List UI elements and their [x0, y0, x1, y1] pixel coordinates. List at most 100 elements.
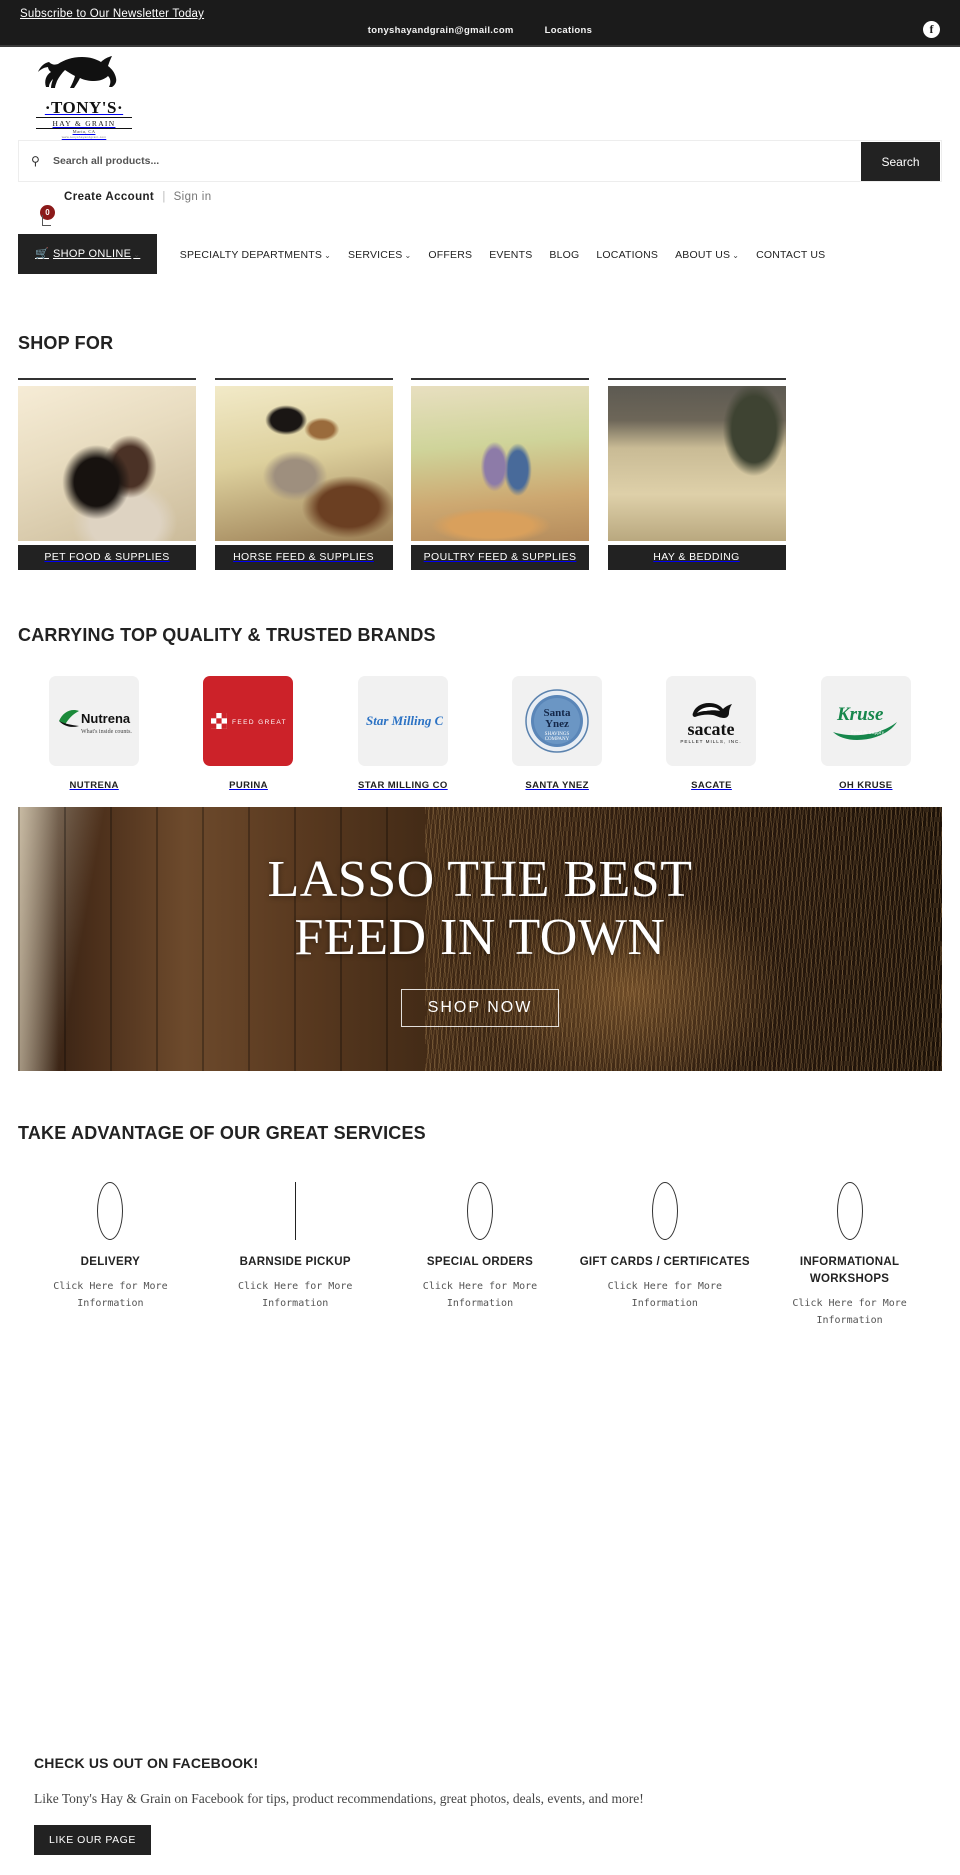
service-link[interactable]: Click Here for More Information — [763, 1295, 936, 1329]
category-card-poultry-feed[interactable]: POULTRY FEED & SUPPLIES — [411, 378, 589, 570]
workshop-icon — [836, 1182, 863, 1240]
service-title: SPECIAL ORDERS — [426, 1256, 534, 1268]
horse-silhouette-icon — [38, 56, 117, 88]
brand-santa-ynez[interactable]: Santa Ynez SHAVINGS COMPANY SANTA YNEZ — [481, 676, 633, 791]
category-card-horse-feed[interactable]: HORSE FEED & SUPPLIES — [214, 378, 393, 570]
purina-logo-icon: FEED GREATNESS — [211, 713, 287, 729]
facebook-description: Like Tony's Hay & Grain on Facebook for … — [34, 1791, 644, 1806]
brands-heading: CARRYING TOP QUALITY & TRUSTED BRANDS — [18, 625, 436, 645]
email-link[interactable]: tonyshayandgrain@gmail.com — [368, 25, 514, 36]
cart-icon[interactable]: 0 — [38, 205, 62, 231]
services-grid: DELIVERY Click Here for More Information… — [18, 1182, 942, 1329]
nav-item-blog[interactable]: BLOG — [549, 235, 579, 275]
brand-logo-tile: Star Milling Co. — [357, 676, 448, 766]
chevron-down-icon: ⌄ — [324, 251, 331, 260]
category-image-horse-feed — [214, 386, 393, 541]
site-logo[interactable]: ·TONY'S· HAY & GRAIN Maria, CA www.tonys… — [18, 51, 150, 140]
services-section: TAKE ADVANTAGE OF OUR GREAT SERVICES DEL… — [0, 1123, 960, 1329]
brand-purina[interactable]: FEED GREATNESS PURINA — [172, 676, 324, 791]
brand-name: OH KRUSE — [839, 780, 893, 791]
nav-item-locations[interactable]: LOCATIONS — [596, 235, 658, 275]
brand-name: STAR MILLING CO — [357, 780, 448, 791]
nav-label: LOCATIONS — [596, 249, 659, 261]
brand-name: NUTRENA — [69, 780, 119, 791]
service-title: DELIVERY — [80, 1256, 141, 1268]
oh-kruse-logo-icon: Kruse Feed & Supply — [832, 704, 897, 740]
service-link[interactable]: Click Here for More Information — [24, 1278, 197, 1312]
service-link[interactable]: Click Here for More Information — [578, 1278, 751, 1312]
brand-star-milling[interactable]: Star Milling Co. STAR MILLING CO — [327, 676, 479, 791]
like-our-page-button[interactable]: LIKE OUR PAGE — [34, 1825, 151, 1855]
sacate-logo-icon: sacate PELLET MILLS, INC. — [681, 703, 742, 744]
nav-item-list: SPECIALTY DEPARTMENTS ⌄ SERVICES ⌄ OFFERS EVE… — [162, 234, 843, 274]
nav-label: BLOG — [549, 249, 580, 261]
service-gift-cards[interactable]: GIFT CARDS / CERTIFICATES Click Here for… — [572, 1182, 757, 1329]
nav-shop-online-label: SHOP ONLINE — [53, 248, 132, 260]
category-card-grid: PET FOOD & SUPPLIES HORSE FEED & SUPPLIE… — [18, 378, 942, 570]
hero-title-line-1: LASSO THE BEST — [267, 851, 693, 908]
chevron-down-icon: ⌄ — [404, 251, 412, 260]
nav-item-services[interactable]: SERVICES ⌄ — [348, 235, 411, 276]
sign-in-link[interactable]: Sign in — [174, 191, 212, 203]
search-bar: ⚲ Search — [18, 140, 942, 182]
brand-name: SACATE — [691, 780, 732, 791]
facebook-heading: CHECK US OUT ON FACEBOOK! — [34, 1755, 259, 1771]
category-image-pet-food — [18, 386, 196, 541]
svg-text:sacate: sacate — [688, 719, 735, 739]
service-delivery[interactable]: DELIVERY Click Here for More Information — [18, 1182, 203, 1329]
hero-shop-now-button[interactable]: SHOP NOW — [400, 989, 560, 1027]
nav-label: CONTACT US — [756, 249, 826, 261]
search-button[interactable]: Search — [861, 142, 940, 181]
category-image-poultry-feed — [411, 386, 589, 541]
cart-glyph — [42, 215, 51, 226]
search-input[interactable] — [53, 141, 703, 181]
service-barnside-pickup[interactable]: BARNSIDE PICKUP Click Here for More Info… — [203, 1182, 388, 1329]
newsletter-link[interactable]: Subscribe to Our Newsletter Today — [20, 8, 204, 20]
svg-text:PELLET MILLS, INC.: PELLET MILLS, INC. — [681, 739, 742, 744]
brand-nutrena[interactable]: Nutrena What's inside counts. NUTRENA — [18, 676, 170, 791]
create-account-link[interactable]: Create Account — [64, 191, 154, 203]
service-link[interactable]: Click Here for More Information — [209, 1278, 382, 1312]
shop-for-heading: SHOP FOR — [18, 333, 114, 353]
nav-item-about-us[interactable]: ABOUT US ⌄ — [675, 235, 739, 276]
brands-section: CARRYING TOP QUALITY & TRUSTED BRANDS Nu… — [0, 625, 960, 791]
chevron-down-icon: ⌄ — [133, 250, 141, 259]
service-informational-workshops[interactable]: INFORMATIONAL WORKSHOPS Click Here for M… — [757, 1182, 942, 1329]
locations-link[interactable]: Locations — [545, 25, 593, 36]
category-card-hay-bedding[interactable]: HAY & BEDDING — [607, 378, 786, 570]
facebook-icon[interactable]: f — [923, 21, 940, 38]
brand-logo-tile: FEED GREATNESS — [203, 676, 294, 766]
svg-text:FEED GREATNESS: FEED GREATNESS — [232, 719, 287, 726]
card-top-rule — [18, 378, 196, 380]
nav-item-contact-us[interactable]: CONTACT US — [756, 235, 825, 275]
nav-shop-online[interactable]: 🛒 SHOP ONLINE ⌄ — [18, 234, 158, 274]
brand-oh-kruse[interactable]: Kruse Feed & Supply OH KRUSE — [790, 676, 942, 791]
logo-subtitle: HAY & GRAIN — [36, 117, 132, 129]
hero-banner[interactable]: LASSO THE BEST FEED IN TOWN SHOP NOW — [18, 807, 942, 1071]
category-card-pet-food[interactable]: PET FOOD & SUPPLIES — [18, 378, 196, 570]
hero-content: LASSO THE BEST FEED IN TOWN SHOP NOW — [18, 807, 942, 1071]
category-image-hay-bedding — [607, 386, 786, 541]
nav-item-specialty-departments[interactable]: SPECIALTY DEPARTMENTS ⌄ — [180, 235, 331, 276]
account-row: Create Account | Sign in 0 — [0, 182, 960, 234]
chevron-down-icon: ⌄ — [732, 251, 740, 260]
brand-sacate[interactable]: sacate PELLET MILLS, INC. SACATE — [635, 676, 787, 791]
service-special-orders[interactable]: SPECIAL ORDERS Click Here for More Infor… — [388, 1182, 573, 1329]
cart-icon: 🛒 — [35, 247, 49, 260]
card-top-rule — [607, 378, 786, 380]
nav-item-offers[interactable]: OFFERS — [428, 235, 472, 275]
gift-card-icon — [651, 1182, 678, 1240]
brand-logo-tile: Kruse Feed & Supply — [820, 676, 911, 766]
brand-logo-tile: Nutrena What's inside counts. — [49, 676, 140, 766]
service-link[interactable]: Click Here for More Information — [394, 1278, 567, 1312]
nav-label: SPECIALTY DEPARTMENTS — [179, 249, 323, 261]
logo-area: ·TONY'S· HAY & GRAIN Maria, CA www.tonys… — [0, 47, 960, 140]
santa-ynez-logo-icon: Santa Ynez SHAVINGS COMPANY — [525, 689, 590, 753]
barn-icon — [294, 1182, 296, 1240]
svg-text:Star Milling Co.: Star Milling Co. — [366, 713, 443, 728]
svg-text:Nutrena: Nutrena — [81, 711, 131, 726]
card-top-rule — [411, 378, 589, 380]
svg-text:COMPANY: COMPANY — [545, 737, 570, 742]
nav-item-events[interactable]: EVENTS — [489, 235, 532, 275]
brand-name: SANTA YNEZ — [525, 780, 589, 791]
